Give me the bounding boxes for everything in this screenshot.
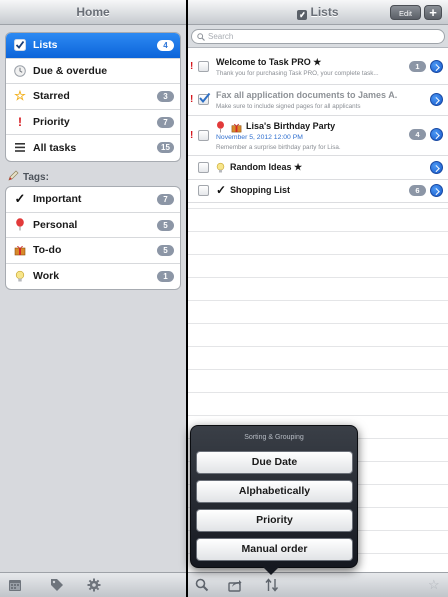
disclosure-button[interactable]: [430, 161, 443, 174]
sidebar-item-label: Personal: [33, 218, 78, 231]
home-title: Home: [0, 0, 186, 25]
sidebar-item-label: All tasks: [33, 141, 77, 154]
sort-manual-order-button[interactable]: Manual order: [196, 538, 353, 561]
priority-marker: !: [190, 61, 194, 72]
task-subtitle: Thank you for purchasing Task PRO, your …: [216, 70, 379, 77]
exclamation-icon: !: [18, 114, 22, 129]
popover-title: Sorting & Grouping: [244, 434, 304, 441]
popover-arrow: [263, 567, 279, 575]
tags-group: ✓ Important 7 Personal 5 To-do 5 Work 1: [5, 186, 181, 290]
sidebar-item-tag-work[interactable]: Work 1: [6, 264, 180, 290]
task-checkbox[interactable]: [198, 162, 209, 173]
search-placeholder: Search: [208, 32, 234, 41]
sidebar-item-label: Starred: [33, 90, 70, 103]
sidebar-item-all-tasks[interactable]: All tasks 15: [6, 135, 180, 161]
sidebar-item-tag-personal[interactable]: Personal 5: [6, 213, 180, 238]
task-subtitle: Make sure to include signed pages for al…: [216, 103, 361, 110]
count-badge: 4: [157, 40, 174, 51]
sidebar-item-label: To-do: [33, 244, 62, 257]
lightbulb-icon: [216, 161, 225, 179]
edit-button[interactable]: Edit: [390, 5, 421, 20]
sidebar-item-lists[interactable]: Lists 4: [6, 33, 180, 59]
count-badge: 3: [157, 91, 174, 102]
subtask-count-badge: 4: [409, 129, 426, 140]
count-badge: 7: [157, 116, 174, 128]
sorting-popover: Sorting & Grouping Due Date Alphabetical…: [190, 425, 358, 575]
count-badge: 1: [157, 270, 174, 282]
task-subtitle: Remember a surprise birthday party for L…: [216, 144, 341, 151]
task-title: Shopping List: [230, 185, 290, 195]
search-icon[interactable]: [195, 578, 209, 592]
count-badge: 5: [157, 219, 174, 231]
sort-due-date-button[interactable]: Due Date: [196, 451, 353, 474]
task-due-date: November 5, 2012 12:00 PM: [216, 134, 303, 141]
task-title: Random Ideas ★: [230, 162, 303, 172]
disclosure-button[interactable]: [430, 93, 443, 106]
count-badge: 15: [157, 142, 174, 153]
sidebar-item-starred[interactable]: ☆ Starred 3: [6, 84, 180, 110]
task-row[interactable]: ! Welcome to Task PRO ★ Thank you for pu…: [188, 48, 448, 85]
sidebar-item-due-overdue[interactable]: Due & overdue: [6, 59, 180, 84]
sort-alphabetically-button[interactable]: Alphabetically: [196, 480, 353, 503]
lines-icon: [13, 141, 27, 155]
balloon-icon: [13, 218, 27, 232]
star-icon[interactable]: ☆: [428, 578, 442, 592]
task-row[interactable]: Random Ideas ★: [188, 156, 448, 180]
task-row[interactable]: ! Fax all application documents to James…: [188, 85, 448, 116]
sidebar-item-label: Priority: [33, 115, 70, 128]
sidebar-item-label: Due & overdue: [33, 64, 108, 77]
task-checkbox[interactable]: [198, 130, 209, 141]
calendar-icon[interactable]: [8, 578, 22, 592]
disclosure-button[interactable]: [430, 184, 443, 197]
count-badge: 7: [157, 194, 174, 205]
subtask-count-badge: 1: [409, 61, 426, 72]
sidebar-item-label: Lists: [33, 39, 58, 52]
task-row[interactable]: ✓ Shopping List 6: [188, 180, 448, 203]
lists-toolbar: ☆: [188, 572, 448, 597]
tag-pen-icon: [8, 170, 19, 184]
task-row[interactable]: ! Lisa's Birthday Party November 5, 2012…: [188, 116, 448, 156]
sidebar-item-tag-todo[interactable]: To-do 5: [6, 238, 180, 264]
checkmark-icon: ✓: [14, 191, 26, 207]
gear-icon[interactable]: [87, 578, 101, 592]
lightbulb-icon: [13, 269, 27, 283]
search-bar: Search: [188, 25, 448, 48]
home-panel: Home Lists 4 Due & overdue ☆ Starred 3 !…: [0, 0, 186, 597]
star-icon: ☆: [14, 88, 26, 104]
priority-marker: !: [190, 130, 194, 141]
lists-group: Lists 4 Due & overdue ☆ Starred 3 ! Prio…: [5, 32, 181, 162]
sidebar-item-label: Work: [33, 270, 60, 283]
disclosure-button[interactable]: [430, 128, 443, 141]
checkbox-icon: ✓: [297, 10, 308, 20]
count-badge: 5: [157, 245, 174, 256]
check-icon: [13, 38, 27, 52]
sort-icon[interactable]: [265, 578, 279, 592]
task-checkbox[interactable]: [198, 185, 209, 196]
share-icon[interactable]: [228, 578, 242, 592]
search-icon: [197, 32, 205, 41]
checkmark-icon: ✓: [216, 183, 227, 197]
add-task-button[interactable]: +: [424, 5, 442, 20]
task-checkbox-checked[interactable]: [198, 92, 211, 105]
priority-marker: !: [190, 94, 194, 105]
task-title: Fax all application documents to James A…: [216, 90, 398, 100]
task-title: Lisa's Birthday Party: [246, 121, 336, 131]
task-checkbox[interactable]: [198, 61, 209, 72]
left-toolbar: [0, 572, 186, 597]
tag-icon[interactable]: [50, 578, 64, 592]
tags-label: Tags:: [23, 171, 49, 183]
page-title-text: Lists: [310, 5, 339, 19]
lists-header: ✓ Lists Edit +: [188, 0, 448, 25]
tags-header: Tags:: [8, 170, 49, 184]
sidebar-item-tag-important[interactable]: ✓ Important 7: [6, 187, 180, 213]
search-input[interactable]: Search: [191, 29, 445, 44]
clock-icon: [13, 64, 27, 78]
sidebar-item-label: Important: [33, 193, 82, 206]
gift-icon: [13, 243, 27, 257]
task-title: Welcome to Task PRO ★: [216, 57, 322, 67]
sort-priority-button[interactable]: Priority: [196, 509, 353, 532]
sidebar-item-priority[interactable]: ! Priority 7: [6, 110, 180, 135]
subtask-count-badge: 6: [409, 185, 426, 196]
disclosure-button[interactable]: [430, 60, 443, 73]
